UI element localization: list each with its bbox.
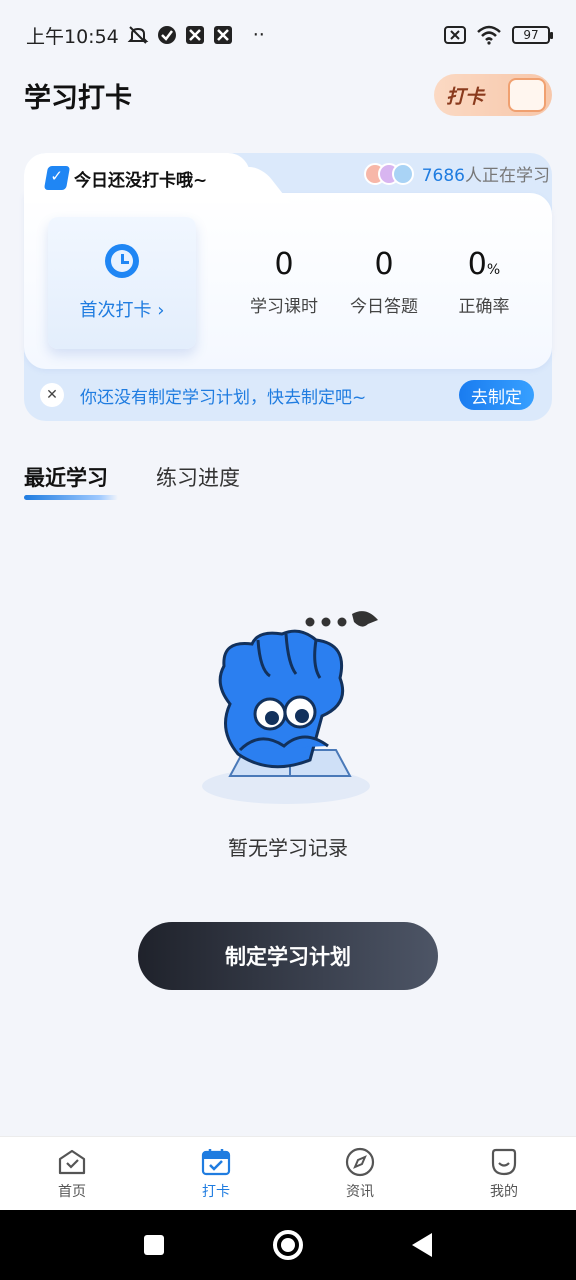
stat-label: 学习课时 xyxy=(250,297,318,317)
nav-checkin[interactable]: 打卡 xyxy=(144,1137,288,1210)
content-tabs: 最近学习 练习进度 xyxy=(24,462,240,500)
sim-disabled-icon xyxy=(444,26,466,44)
calendar-check-icon xyxy=(201,1148,231,1175)
nav-profile-label: 我的 xyxy=(490,1183,518,1200)
stat-accuracy: 0% 正确率 xyxy=(434,247,534,317)
stat-today-answers: 0 今日答题 xyxy=(334,247,434,317)
learners-text: 7686人正在学习 xyxy=(421,166,550,186)
mute-icon xyxy=(127,26,149,44)
check-circle-icon xyxy=(157,26,176,44)
card-tab-label: 今日还没打卡哦~ xyxy=(74,170,208,191)
status-left: 上午10:54 ·· xyxy=(26,22,265,49)
nav-profile[interactable]: 我的 xyxy=(432,1137,576,1210)
more-notifications: ·· xyxy=(252,24,265,46)
card-main: 首次打卡 › 0 学习课时 0 今日答题 0% 正确率 xyxy=(24,193,552,369)
checkmark-badge-icon xyxy=(43,166,71,190)
nav-news[interactable]: 资讯 xyxy=(288,1137,432,1210)
profile-icon xyxy=(491,1148,517,1175)
status-bar: 上午10:54 ·· 97 xyxy=(0,0,576,70)
home-icon xyxy=(58,1149,86,1174)
first-checkin-button[interactable]: 首次打卡 › xyxy=(48,217,196,349)
make-plan-button[interactable]: 去制定 xyxy=(459,380,534,410)
nav-home[interactable]: 首页 xyxy=(0,1137,144,1210)
empty-state-message: 暂无学习记录 xyxy=(228,836,348,860)
tab-practice-progress[interactable]: 练习进度 xyxy=(156,462,240,492)
header: 学习打卡 打卡 xyxy=(0,70,576,120)
stat-value: 0 xyxy=(374,247,394,282)
wifi-icon xyxy=(477,25,501,45)
close-icon[interactable]: ✕ xyxy=(40,383,64,407)
stat-label: 今日答题 xyxy=(350,297,418,317)
status-time: 上午10:54 xyxy=(26,25,119,48)
bottom-nav: 首页 打卡 资讯 我的 xyxy=(0,1136,576,1210)
avatar-group xyxy=(363,162,414,185)
nav-home-label: 首页 xyxy=(58,1183,86,1200)
home-button-icon[interactable] xyxy=(272,1230,303,1260)
nav-news-label: 资讯 xyxy=(346,1183,374,1200)
first-checkin-label: 首次打卡 › xyxy=(79,300,165,321)
status-right: 97 xyxy=(444,25,553,45)
recent-apps-icon[interactable] xyxy=(144,1235,165,1255)
checkin-badge-label: 打卡 xyxy=(446,85,485,108)
empty-study-illustration xyxy=(202,611,378,804)
tab-recent-study[interactable]: 最近学习 xyxy=(24,462,118,500)
plan-reminder-text: 你还没有制定学习计划，快去制定吧~ xyxy=(80,387,367,408)
page-title: 学习打卡 xyxy=(24,83,132,114)
nav-checkin-label: 打卡 xyxy=(202,1183,230,1200)
app-notify-icon-2 xyxy=(213,26,232,44)
stat-value: 0% xyxy=(467,247,501,282)
compass-icon xyxy=(345,1147,375,1176)
system-nav-bar xyxy=(0,1210,576,1280)
app-notify-icon xyxy=(185,26,204,44)
stat-label: 正确率 xyxy=(458,297,510,317)
checkin-calendar-icon xyxy=(508,78,546,112)
stat-value: 0 xyxy=(274,247,294,282)
learners-indicator: 7686人正在学习 xyxy=(363,161,550,186)
card-tab: 今日还没打卡哦~ xyxy=(24,153,250,203)
avatar xyxy=(391,162,414,185)
checkin-badge-button[interactable]: 打卡 xyxy=(434,74,552,116)
stat-study-hours: 0 学习课时 xyxy=(234,247,334,317)
plan-reminder-bar: ✕ 你还没有制定学习计划，快去制定吧~ 去制定 xyxy=(24,369,552,421)
checkin-status-card: 首次打卡 › 0 学习课时 0 今日答题 0% 正确率 今日还没打卡哦~ 76 xyxy=(24,153,552,421)
clock-icon xyxy=(105,244,139,282)
battery-indicator: 97 xyxy=(512,26,553,44)
back-icon[interactable] xyxy=(411,1233,432,1257)
create-study-plan-button[interactable]: 制定学习计划 xyxy=(138,922,438,990)
stats-row: 0 学习课时 0 今日答题 0% 正确率 xyxy=(234,247,534,317)
